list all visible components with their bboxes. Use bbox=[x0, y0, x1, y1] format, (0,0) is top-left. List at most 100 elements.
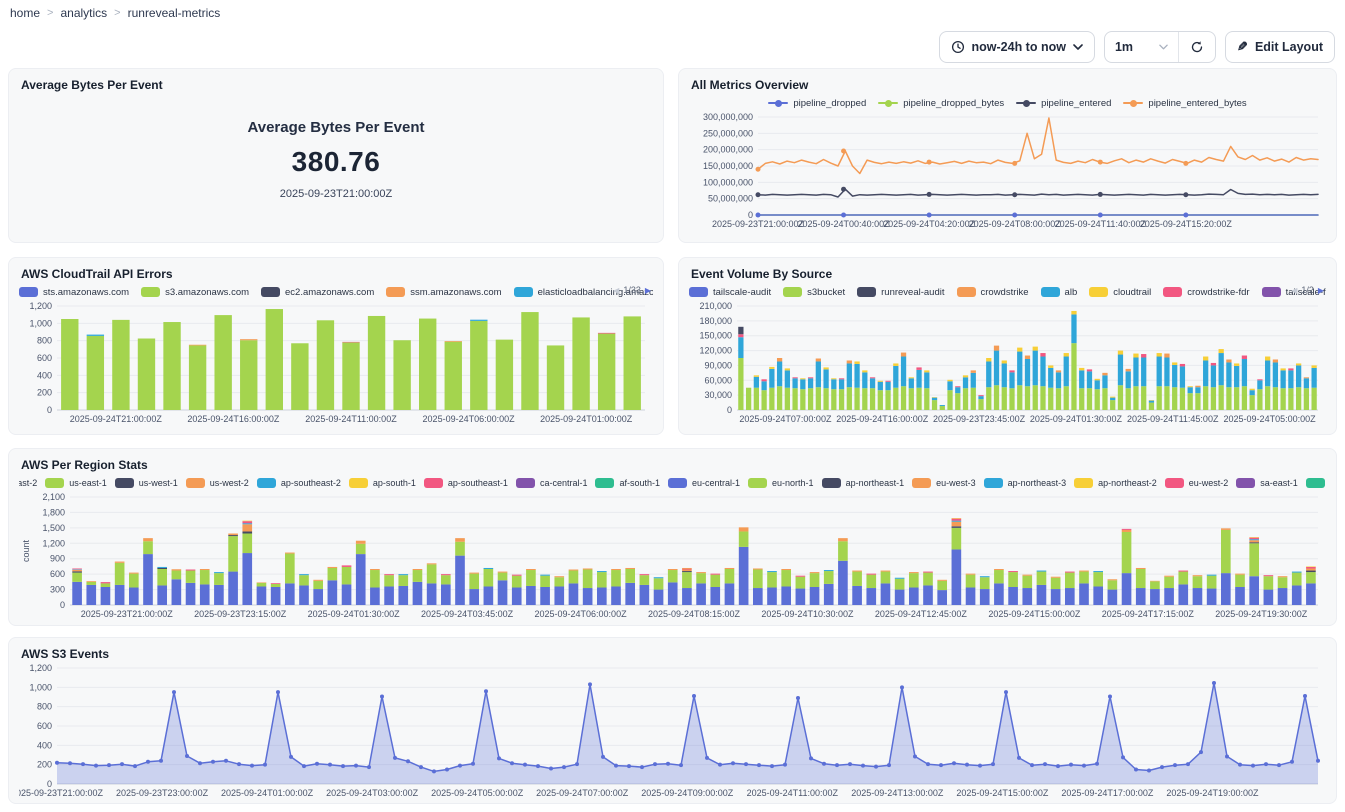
breadcrumb-analytics[interactable]: analytics bbox=[60, 6, 107, 20]
panel-aws-per-region-stats: AWS Per Region Stats us-east-2us-east-1u… bbox=[8, 448, 1337, 626]
legend-swatch bbox=[141, 287, 160, 297]
legend-item-us-west-2[interactable]: us-west-2 bbox=[186, 478, 249, 488]
pager-prev-icon[interactable]: ◀ bbox=[613, 286, 619, 295]
svg-text:2025-09-24T10:30:00Z: 2025-09-24T10:30:00Z bbox=[761, 609, 854, 619]
legend-label: us-east-2 bbox=[19, 478, 37, 488]
area-chart[interactable]: 02004006008001,0001,2002025-09-23T21:00:… bbox=[19, 663, 1326, 799]
legend-item-s3.amazonaws.com[interactable]: s3.amazonaws.com bbox=[141, 287, 249, 298]
legend-item-ap-northeast-2[interactable]: ap-northeast-2 bbox=[1074, 478, 1157, 488]
line-chart[interactable]: 050,000,000100,000,000150,000,000200,000… bbox=[689, 112, 1326, 230]
svg-text:200: 200 bbox=[37, 388, 52, 398]
legend-swatch bbox=[984, 478, 1003, 488]
legend-item-tailscale-audit[interactable]: tailscale-audit bbox=[689, 287, 771, 298]
panel-title: AWS S3 Events bbox=[21, 647, 1326, 661]
svg-text:300: 300 bbox=[50, 585, 65, 595]
single-stat: Average Bytes Per Event 380.76 2025-09-2… bbox=[19, 94, 653, 224]
legend-item-ssm.amazonaws.com[interactable]: ssm.amazonaws.com bbox=[386, 287, 501, 298]
legend-item-eu-west-3[interactable]: eu-west-3 bbox=[912, 478, 976, 488]
pager-count: 1/2 bbox=[1301, 285, 1314, 295]
legend-item-af-south-1[interactable]: af-south-1 bbox=[595, 478, 660, 488]
legend-item-sts.amazonaws.com[interactable]: sts.amazonaws.com bbox=[19, 287, 129, 298]
legend-label: sa-east-1 bbox=[1260, 478, 1298, 488]
interval-select[interactable]: 1m bbox=[1105, 32, 1178, 62]
legend-item-ap-northeast-3[interactable]: ap-northeast-3 bbox=[984, 478, 1067, 488]
svg-text:800: 800 bbox=[37, 702, 52, 712]
legend-swatch bbox=[748, 478, 767, 488]
time-range-button[interactable]: now-24h to now bbox=[939, 31, 1095, 63]
pager-prev-icon[interactable]: ◀ bbox=[1291, 286, 1297, 295]
pager-next-icon[interactable]: ▶ bbox=[1318, 286, 1324, 295]
legend-swatch bbox=[424, 478, 443, 488]
svg-text:90,000: 90,000 bbox=[704, 360, 732, 370]
pager-count: 1/33 bbox=[623, 285, 641, 295]
legend-item-us-east-2[interactable]: us-east-2 bbox=[19, 478, 37, 488]
legend-swatch bbox=[516, 478, 535, 488]
svg-text:2025-09-24T05:00:00Z: 2025-09-24T05:00:00Z bbox=[1224, 414, 1317, 424]
legend-swatch bbox=[1306, 478, 1325, 488]
svg-text:2025-09-24T13:00:00Z: 2025-09-24T13:00:00Z bbox=[851, 788, 944, 798]
legend-item-runreveal-audit[interactable]: runreveal-audit bbox=[857, 287, 944, 298]
panel-title: Average Bytes Per Event bbox=[21, 78, 653, 92]
chart-legend: tailscale-audit s3bucket runreveal-audit cr… bbox=[689, 283, 1326, 301]
svg-text:2025-09-24T11:00:00Z: 2025-09-24T11:00:00Z bbox=[747, 788, 839, 798]
legend-item-ap-southeast-1[interactable]: ap-southeast-1 bbox=[424, 478, 508, 488]
legend-item-pipeline_entered[interactable]: pipeline_entered bbox=[1016, 98, 1111, 109]
legend-item-eu-central-1[interactable]: eu-central-1 bbox=[668, 478, 740, 488]
breadcrumb-home[interactable]: home bbox=[10, 6, 40, 20]
breadcrumb-current[interactable]: runreveal-metrics bbox=[128, 6, 221, 20]
legend-item-ap-south-1[interactable]: ap-south-1 bbox=[349, 478, 416, 488]
svg-text:2025-09-23T21:00:00Z: 2025-09-23T21:00:00Z bbox=[81, 609, 174, 619]
legend-swatch bbox=[45, 478, 64, 488]
svg-text:300,000,000: 300,000,000 bbox=[703, 112, 753, 122]
svg-text:2025-09-24T01:30:00Z: 2025-09-24T01:30:00Z bbox=[308, 609, 401, 619]
legend-label: pipeline_entered_bytes bbox=[1148, 98, 1246, 109]
breadcrumb: home > analytics > runreveal-metrics bbox=[10, 6, 220, 20]
refresh-button[interactable] bbox=[1179, 32, 1215, 62]
pager-next-icon[interactable]: ▶ bbox=[645, 286, 651, 295]
legend-item-ap-southeast-2[interactable]: ap-southeast-2 bbox=[257, 478, 341, 488]
stacked-bar-chart[interactable]: 03006009001,2001,5001,8002,100count2025-… bbox=[19, 492, 1326, 620]
legend-label: pipeline_dropped bbox=[793, 98, 866, 109]
legend-swatch bbox=[668, 478, 687, 488]
panel-title: Event Volume By Source bbox=[691, 267, 1326, 281]
svg-text:2025-09-24T08:00:00Z: 2025-09-24T08:00:00Z bbox=[969, 219, 1062, 229]
legend-item-pipeline_entered_bytes[interactable]: pipeline_entered_bytes bbox=[1123, 98, 1246, 109]
legend-swatch bbox=[783, 287, 802, 297]
legend-item-pipeline_dropped[interactable]: pipeline_dropped bbox=[768, 98, 866, 109]
legend-item-s3bucket[interactable]: s3bucket bbox=[783, 287, 845, 298]
edit-layout-button[interactable]: ✎ Edit Layout bbox=[1225, 31, 1335, 63]
svg-text:1,500: 1,500 bbox=[42, 523, 65, 533]
legend-swatch bbox=[261, 287, 280, 297]
svg-text:2,100: 2,100 bbox=[42, 492, 65, 502]
legend-item-crowdstrike-fdr[interactable]: crowdstrike-fdr bbox=[1163, 287, 1249, 298]
legend-item-eu-north-1[interactable]: eu-north-1 bbox=[748, 478, 814, 488]
svg-text:60,000: 60,000 bbox=[704, 375, 732, 385]
legend-swatch bbox=[19, 287, 38, 297]
legend-label: ap-northeast-2 bbox=[1098, 478, 1157, 488]
legend-label: ap-northeast-3 bbox=[1008, 478, 1067, 488]
legend-label: crowdstrike-fdr bbox=[1187, 287, 1249, 298]
svg-text:2025-09-24T06:00:00Z: 2025-09-24T06:00:00Z bbox=[535, 609, 628, 619]
legend-item-eu-west-2[interactable]: eu-west-2 bbox=[1165, 478, 1229, 488]
legend-item-crowdstrike[interactable]: crowdstrike bbox=[957, 287, 1029, 298]
legend-label: ec2.amazonaws.com bbox=[285, 287, 374, 298]
legend-item-cloudtrail[interactable]: cloudtrail bbox=[1089, 287, 1151, 298]
svg-text:0: 0 bbox=[60, 600, 65, 610]
panel-title: AWS CloudTrail API Errors bbox=[21, 267, 653, 281]
legend-item-pipeline_dropped_bytes[interactable]: pipeline_dropped_bytes bbox=[878, 98, 1004, 109]
svg-text:2025-09-24T19:00:00Z: 2025-09-24T19:00:00Z bbox=[1166, 788, 1259, 798]
legend-label: tailscale-audit bbox=[713, 287, 771, 298]
legend-item-us-west-1[interactable]: us-west-1 bbox=[115, 478, 178, 488]
bar-chart[interactable]: 02004006008001,0001,2002025-09-24T21:00:… bbox=[19, 301, 653, 425]
legend-item-alb[interactable]: alb bbox=[1041, 287, 1078, 298]
legend-label: eu-central-1 bbox=[692, 478, 740, 488]
legend-item-ca-central-1[interactable]: ca-central-1 bbox=[516, 478, 588, 488]
legend-pager: ◀ 1/33 ▶ bbox=[613, 285, 651, 295]
legend-swatch bbox=[1089, 287, 1108, 297]
stacked-bar-chart[interactable]: 030,00060,00090,000120,000150,000180,000… bbox=[689, 301, 1326, 425]
legend-item-ap-northeast-1[interactable]: ap-northeast-1 bbox=[822, 478, 905, 488]
legend-item-sa-east-1[interactable]: sa-east-1 bbox=[1236, 478, 1298, 488]
legend-item-eu-west-1[interactable]: eu-west-1 bbox=[1306, 478, 1326, 488]
legend-item-us-east-1[interactable]: us-east-1 bbox=[45, 478, 107, 488]
legend-item-ec2.amazonaws.com[interactable]: ec2.amazonaws.com bbox=[261, 287, 374, 298]
